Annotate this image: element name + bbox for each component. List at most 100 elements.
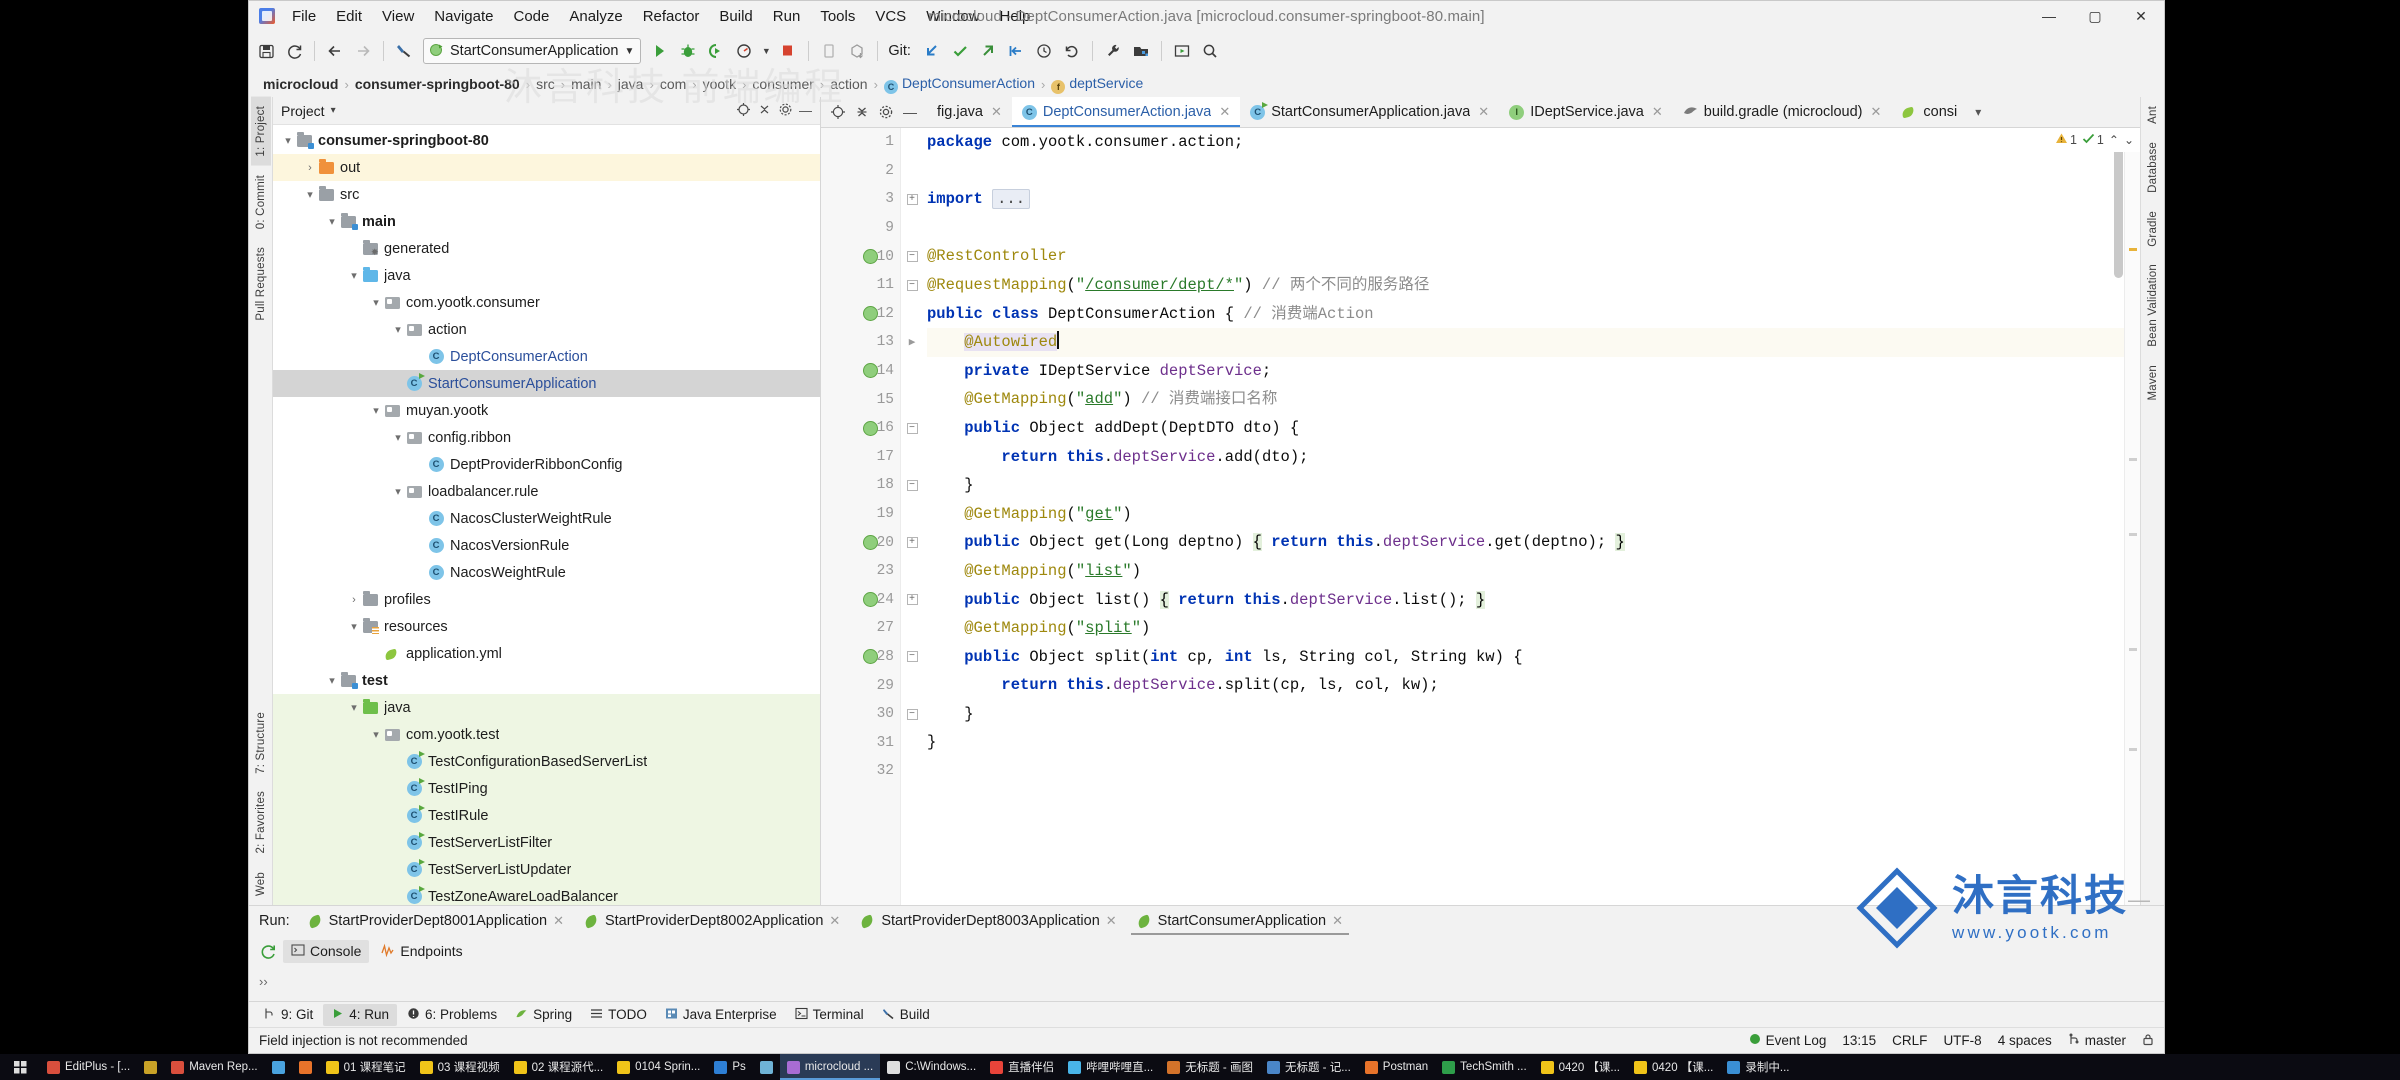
editor-gutter[interactable]: 1 2 3 9 10 11 12 13 14 15 16 17 18 19 20 23 24 27 28 29 30 31… (821, 128, 901, 905)
tool-window-tab-ant[interactable]: Ant (2143, 97, 2163, 133)
tool-window-java-enterprise[interactable]: Java Enterprise (657, 1004, 785, 1026)
code-line[interactable]: return this.deptService.split(cp, ls, co… (927, 671, 2124, 700)
taskbar-item[interactable] (292, 1054, 319, 1080)
tab-overflow-chevron-icon[interactable]: ▾ (1967, 97, 1989, 127)
chevron-right-icon[interactable]: › (347, 594, 361, 606)
tool-window-tab-bean-validation[interactable]: Bean Validation (2143, 255, 2163, 356)
chevron-right-icon[interactable]: › (303, 162, 317, 174)
settings-wrench-icon[interactable] (1100, 38, 1126, 64)
code-line[interactable]: @RestController (927, 242, 2124, 271)
commit-icon[interactable] (947, 38, 973, 64)
tool-window-9--git[interactable]: 9: Git (255, 1004, 321, 1026)
editor-tab-startconsumerapplication-java[interactable]: C StartConsumerApplication.java ✕ (1240, 97, 1499, 127)
marker-info[interactable] (2129, 533, 2137, 536)
tree-node[interactable]: C TestConfigurationBasedServerList (273, 748, 820, 775)
fold-expand-icon[interactable]: + (901, 528, 923, 557)
breadcrumb-item-yootk[interactable]: yootk (697, 76, 742, 92)
debug-icon[interactable] (675, 38, 701, 64)
menu-item-edit[interactable]: Edit (327, 4, 371, 29)
close-icon[interactable]: ✕ (829, 913, 840, 929)
sync-refresh-icon[interactable] (281, 38, 307, 64)
menu-item-window[interactable]: Window (917, 4, 988, 29)
taskbar-item[interactable]: 01 课程笔记 (319, 1054, 413, 1080)
chevron-down-icon[interactable]: ▾ (391, 431, 405, 444)
close-icon[interactable]: ✕ (1871, 104, 1882, 120)
chevron-down-icon[interactable]: ▾ (347, 701, 361, 714)
chevron-down-icon[interactable]: ▾ (347, 620, 361, 633)
gradle-sync-icon[interactable] (844, 38, 870, 64)
close-icon[interactable]: ✕ (1106, 913, 1117, 929)
run-line-marker-icon[interactable]: ▶ (901, 328, 923, 357)
event-log-button[interactable]: Event Log (1749, 1033, 1826, 1048)
taskbar-item[interactable]: Postman (1358, 1054, 1435, 1080)
editor-tab-build-gradle--microcloud-[interactable]: build.gradle (microcloud) ✕ (1673, 97, 1892, 127)
gutter-line-number[interactable]: 13 (821, 328, 900, 357)
breadcrumb-item-java[interactable]: java (612, 76, 650, 92)
start-menu-icon[interactable] (0, 1060, 40, 1075)
run-subtab-console[interactable]: Console (283, 939, 370, 963)
expand-collapse-icon[interactable] (757, 102, 772, 120)
tree-node[interactable]: ▾ test (273, 667, 820, 694)
chevron-down-icon[interactable]: ▾ (347, 269, 361, 282)
run-tab-startproviderdept8001application[interactable]: StartProviderDept8001Application ✕ (298, 906, 574, 936)
save-all-icon[interactable] (253, 38, 279, 64)
tree-node[interactable]: C DeptConsumerAction (273, 343, 820, 370)
tree-node[interactable]: ▾ com.yootk.consumer (273, 289, 820, 316)
settings-gear-icon[interactable] (778, 102, 793, 120)
editor-tab-consi[interactable]: consi (1891, 97, 1967, 127)
code-line[interactable]: return this.deptService.add(dto); (927, 443, 2124, 472)
code-line[interactable] (927, 157, 2124, 186)
tool-window-build[interactable]: Build (874, 1004, 938, 1026)
menu-item-view[interactable]: View (373, 4, 423, 29)
tree-node[interactable]: C TestIRule (273, 802, 820, 829)
chevron-down-icon[interactable]: ▾ (391, 485, 405, 498)
gutter-line-number[interactable]: 23 (821, 557, 900, 586)
locate-icon[interactable] (827, 101, 849, 123)
menu-item-build[interactable]: Build (710, 4, 761, 29)
tool-window-tab-0--commit[interactable]: 0: Commit (251, 166, 271, 238)
hide-icon[interactable]: — (899, 101, 921, 123)
code-line[interactable]: } (927, 471, 2124, 500)
taskbar-item[interactable]: TechSmith ... (1435, 1054, 1533, 1080)
menu-item-analyze[interactable]: Analyze (560, 4, 631, 29)
build-hammer-icon[interactable] (391, 38, 417, 64)
menu-item-code[interactable]: Code (504, 4, 558, 29)
tree-node[interactable]: › out (273, 154, 820, 181)
taskbar-item[interactable]: 0104 Sprin... (610, 1054, 707, 1080)
code-line[interactable]: @GetMapping("split") (927, 614, 2124, 643)
run-tab-startconsumerapplication[interactable]: StartConsumerApplication ✕ (1127, 906, 1353, 936)
code-line[interactable]: @GetMapping("get") (927, 500, 2124, 529)
maximize-button[interactable]: ▢ (2072, 1, 2118, 31)
tree-node[interactable]: ▾ java (273, 262, 820, 289)
inspection-widget[interactable]: 1 1 ⌃ ⌄ (2054, 128, 2140, 152)
back-arrow-icon[interactable] (322, 38, 348, 64)
tool-window-tab-maven[interactable]: Maven (2143, 356, 2163, 410)
fold-expand-icon[interactable]: + (901, 185, 923, 214)
preview-icon[interactable] (1169, 38, 1195, 64)
fold-collapse-icon[interactable]: − (901, 271, 923, 300)
tree-node[interactable]: ▾ config.ribbon (273, 424, 820, 451)
spring-bean-gutter-icon[interactable] (861, 419, 879, 437)
chevron-down-icon[interactable]: ▾ (281, 134, 295, 147)
code-line[interactable]: import ... (927, 185, 2124, 214)
fold-collapse-icon[interactable]: − (901, 471, 923, 500)
indent-setting[interactable]: 4 spaces (1998, 1033, 2052, 1048)
code-line[interactable] (927, 214, 2124, 243)
menu-item-help[interactable]: Help (991, 4, 1040, 29)
tree-node[interactable]: ▾ muyan.yootk (273, 397, 820, 424)
tree-node[interactable]: C TestServerListUpdater (273, 856, 820, 883)
tool-window-terminal[interactable]: Terminal (787, 1004, 872, 1026)
spring-bean-gutter-icon[interactable] (861, 591, 879, 609)
close-icon[interactable]: ✕ (553, 913, 564, 929)
tool-window-tab-web[interactable]: Web (251, 863, 271, 905)
tree-node[interactable]: C NacosClusterWeightRule (273, 505, 820, 532)
menu-item-run[interactable]: Run (764, 4, 810, 29)
taskbar-item[interactable]: 02 课程源代... (507, 1054, 611, 1080)
breadcrumb-item-com[interactable]: com (654, 76, 692, 92)
tool-window-tab-2--favorites[interactable]: 2: Favorites (251, 782, 271, 862)
taskbar-item[interactable]: 直播伴侣 (983, 1054, 1061, 1080)
gutter-line-number[interactable]: 18 (821, 471, 900, 500)
chevron-down-icon[interactable]: ▾ (391, 323, 405, 336)
tool-window-spring[interactable]: Spring (507, 1004, 580, 1026)
taskbar-item[interactable]: EditPlus - [... (40, 1054, 137, 1080)
